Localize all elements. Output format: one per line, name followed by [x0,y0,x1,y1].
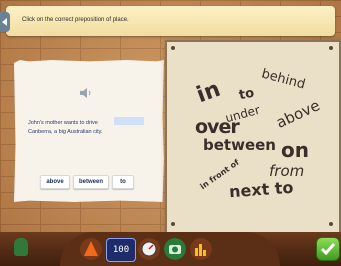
word-next-to: next to [228,177,295,202]
instruction-banner: Click on the correct preposition of plac… [6,6,335,36]
board-pin [329,46,333,50]
word-above: above [273,96,323,132]
word-between: between [203,136,276,154]
choice-button-to[interactable]: to [112,175,134,189]
arrow-left-icon [2,18,7,26]
answer-blank [114,117,144,125]
word-on: on [281,138,309,162]
word-to: to [237,85,256,104]
cone-icon[interactable] [80,238,102,260]
menu-tab[interactable] [0,12,10,32]
speaker-icon[interactable] [79,88,93,98]
word-behind: behind [259,66,307,93]
board-pin [171,222,175,226]
bar-chart-icon[interactable] [190,238,212,260]
word-in: in [193,76,224,109]
counter-value: 100 [112,245,130,255]
instruction-text: Click on the correct preposition of plac… [22,17,129,23]
word-board: in to behind under above over between on… [165,40,341,234]
sentence-line-2: Canberra, a big Australian city. [28,129,103,135]
board-pin [171,46,175,50]
checkmark-icon [320,243,336,256]
camera-icon[interactable] [164,238,186,260]
board-pin [329,222,333,226]
gauge-icon[interactable] [138,238,160,260]
choice-button-above[interactable]: above [40,175,70,189]
choice-button-between[interactable]: between [73,175,109,189]
counter-display: 100 [106,238,136,262]
check-answer-button[interactable] [316,237,340,261]
frog-mascot-icon[interactable] [14,238,28,256]
word-over: over [195,116,240,138]
